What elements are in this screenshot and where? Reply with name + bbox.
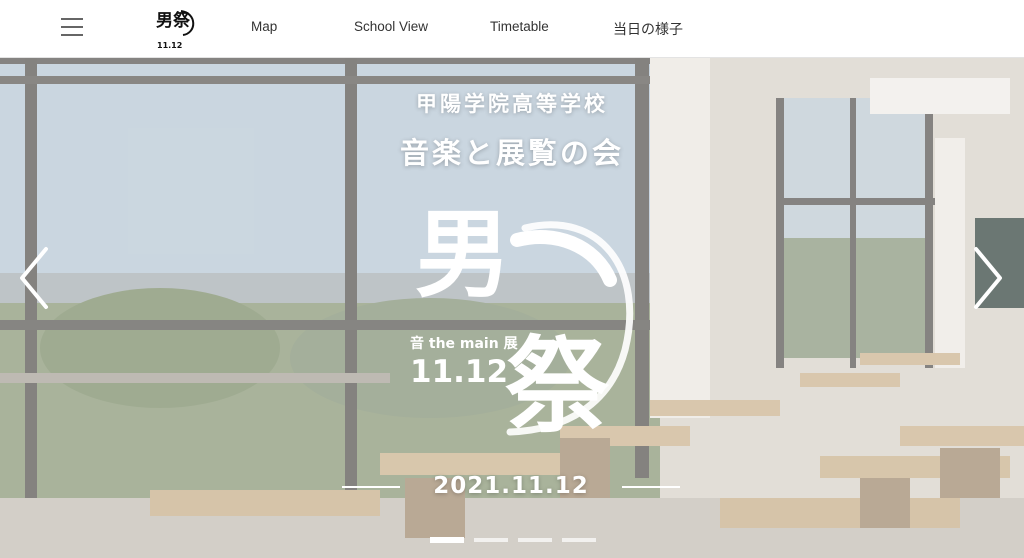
slide-dot-1[interactable]	[430, 537, 464, 543]
site-header: 男祭 11.12 Map School View Timetable 当日の様子	[0, 0, 1024, 58]
slide-dot-4[interactable]	[562, 538, 596, 542]
slide-dot-3[interactable]	[518, 538, 552, 542]
emblem-char-2: 祭	[505, 325, 610, 447]
emblem-char-1: 男	[415, 199, 511, 311]
festival-emblem: 男 祭 音 the main 展 11.12	[410, 199, 634, 447]
school-name: 甲陽学院高等学校	[416, 92, 608, 116]
slide-indicators	[430, 536, 600, 544]
chevron-left-icon[interactable]	[14, 243, 54, 313]
main-nav: Map School View Timetable 当日の様子	[0, 0, 1024, 58]
slide-dot-2[interactable]	[474, 538, 508, 542]
nav-school-view[interactable]: School View	[354, 19, 428, 34]
nav-timetable[interactable]: Timetable	[490, 19, 549, 34]
hero-slider: 甲陽学院高等学校 音楽と展覧の会 男 祭 音 the main 展 11.12 …	[0, 58, 1024, 558]
event-date-row: 2021.11.12	[340, 473, 682, 503]
nav-map[interactable]: Map	[251, 19, 277, 34]
emblem-date: 11.12	[410, 354, 508, 390]
chevron-right-icon[interactable]	[968, 243, 1008, 313]
nav-day-report[interactable]: 当日の様子	[613, 19, 683, 39]
date-rule-right	[622, 486, 680, 488]
emblem-subtitle: 音 the main 展	[410, 335, 518, 352]
event-name: 音楽と展覧の会	[399, 136, 624, 170]
